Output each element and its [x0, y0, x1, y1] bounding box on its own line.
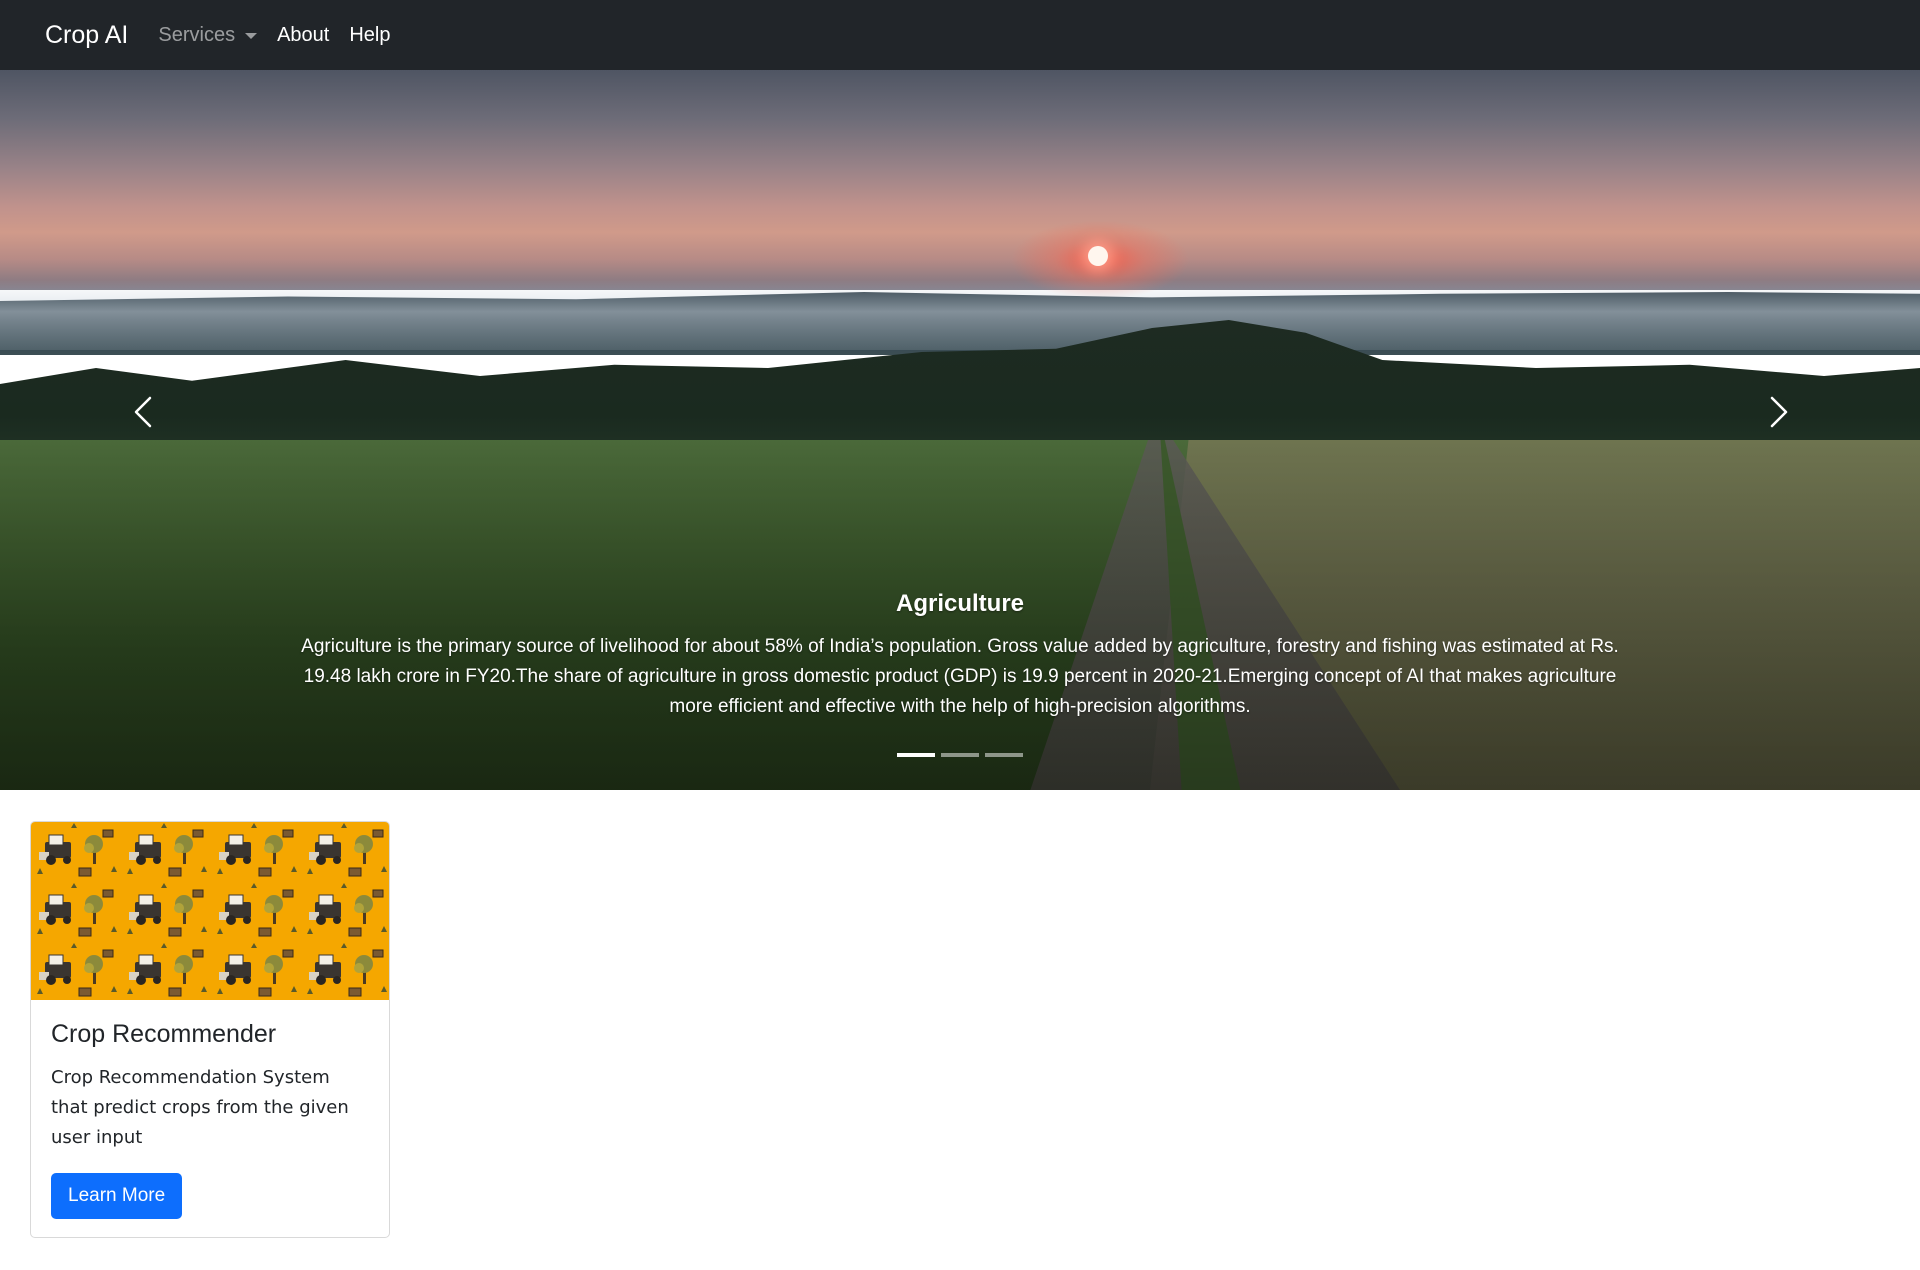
card-title: Crop Recommender	[51, 1020, 277, 1048]
carousel-prev-button[interactable]	[126, 392, 166, 432]
nav-about[interactable]: About	[277, 24, 329, 47]
carousel-indicator-1[interactable]	[897, 753, 935, 757]
brand-logo[interactable]: Crop AI	[45, 21, 128, 50]
carousel-caption-text: Agriculture is the primary source of liv…	[301, 636, 1619, 717]
nav-help[interactable]: Help	[349, 24, 390, 47]
carousel-indicator-3[interactable]	[985, 753, 1023, 757]
chevron-left-icon	[134, 396, 152, 428]
nav-services-label: Services	[158, 23, 236, 46]
carousel-indicator-2[interactable]	[941, 753, 979, 757]
nav-services-dropdown[interactable]: Services	[158, 23, 258, 47]
carousel-indicators	[0, 753, 1920, 757]
chevron-right-icon	[1770, 396, 1788, 428]
carousel-caption-title: Agriculture	[895, 590, 1024, 617]
card-description: Crop Recommendation System that predict …	[51, 1067, 349, 1148]
navbar: Crop AI Services About Help	[0, 0, 1920, 70]
caret-down-icon	[245, 33, 258, 39]
carousel-next-button[interactable]	[1756, 392, 1796, 432]
carousel-caption: Agriculture Agriculture is the primary s…	[280, 590, 1640, 722]
harvester-pattern-image	[31, 822, 389, 1000]
card-image	[31, 822, 389, 1000]
hero-carousel: Agriculture Agriculture is the primary s…	[0, 70, 1920, 790]
learn-more-button[interactable]: Learn More	[51, 1173, 183, 1219]
crop-recommender-card: Crop Recommender Crop Recommendation Sys…	[30, 821, 390, 1238]
card-body: Crop Recommender Crop Recommendation Sys…	[31, 1000, 389, 1237]
